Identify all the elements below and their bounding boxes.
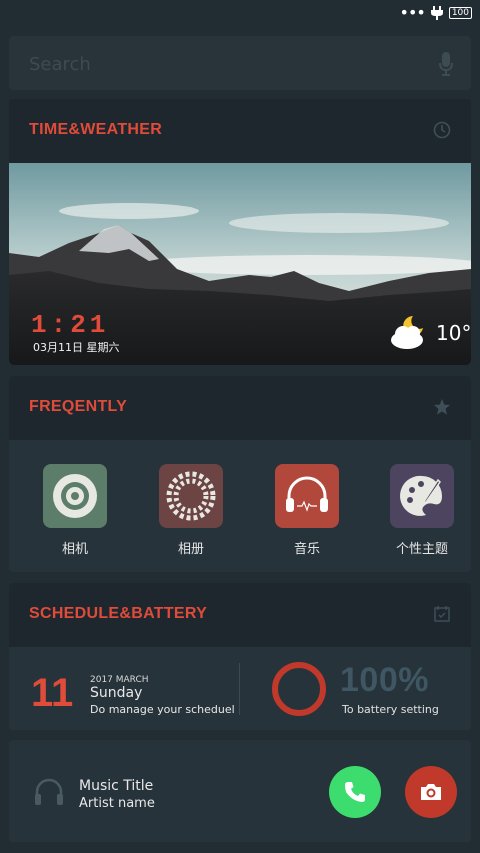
temperature: 10°: [436, 321, 471, 345]
card-header: TIME&WEATHER: [9, 99, 471, 163]
headphones-icon[interactable]: [275, 464, 339, 528]
card-header: FREQENTLY: [9, 376, 471, 440]
charging-plug-icon: [430, 6, 443, 20]
schedule-battery-card: SCHEDULE&BATTERY 11 2017 MARCH Sunday Do…: [9, 583, 471, 730]
artist-name: Artist name: [79, 796, 155, 811]
weekday: Sunday: [90, 685, 143, 701]
app-themes[interactable]: 个性主题: [382, 464, 462, 557]
aperture-swirl-icon[interactable]: [159, 464, 223, 528]
moon-cloud-icon: [391, 316, 423, 349]
clock-time: 1:21: [31, 310, 110, 340]
battery-ring-icon: [272, 662, 326, 716]
app-music[interactable]: 音乐: [267, 464, 347, 557]
calendar-day: 11: [31, 671, 74, 715]
palette-brush-icon[interactable]: [390, 464, 454, 528]
app-camera[interactable]: 相机: [35, 464, 115, 557]
divider: [239, 663, 240, 715]
star-icon[interactable]: [433, 398, 451, 416]
schedule-note: Do manage your scheduel: [90, 703, 235, 716]
battery-icon: 100: [448, 7, 472, 19]
camera-lens-icon[interactable]: [43, 464, 107, 528]
more-dots-icon: •••: [399, 3, 426, 22]
card-title: FREQENTLY: [29, 398, 128, 415]
music-card[interactable]: Music Title Artist name: [9, 740, 471, 842]
card-title: TIME&WEATHER: [29, 121, 163, 138]
frequently-card: FREQENTLY 相机 相册 音乐 个性主题: [9, 376, 471, 572]
card-header: SCHEDULE&BATTERY: [9, 583, 471, 647]
status-bar: ••• 100: [0, 0, 480, 28]
camera-button[interactable]: [405, 766, 457, 818]
music-title: Music Title: [79, 778, 154, 794]
microphone-icon[interactable]: [439, 52, 453, 76]
app-label: 相机: [61, 542, 88, 557]
app-grid: 相机 相册 音乐 个性主题: [9, 440, 471, 572]
card-title: SCHEDULE&BATTERY: [29, 605, 208, 622]
search-input[interactable]: [27, 48, 421, 80]
call-button[interactable]: [329, 766, 381, 818]
time-weather-card[interactable]: TIME&WEATHER 1:21 03月11日 星期六 10°: [9, 99, 471, 365]
clock-icon[interactable]: [433, 121, 451, 139]
app-gallery[interactable]: 相册: [151, 464, 231, 557]
battery-percent: 100%: [340, 661, 429, 699]
calendar-check-icon[interactable]: [433, 605, 451, 623]
app-label: 音乐: [293, 542, 320, 557]
camera-icon: [421, 784, 441, 800]
headphones-icon: [35, 778, 63, 805]
year-month: 2017 MARCH: [90, 675, 149, 685]
phone-icon: [345, 782, 365, 802]
date-text: 03月11日 星期六: [33, 341, 120, 354]
app-label: 相册: [177, 542, 204, 557]
battery-setting-link[interactable]: To battery setting: [342, 703, 439, 716]
search-bar[interactable]: [9, 36, 471, 90]
schedule-body[interactable]: 11 2017 MARCH Sunday Do manage your sche…: [9, 647, 471, 730]
app-label: 个性主题: [395, 542, 448, 557]
